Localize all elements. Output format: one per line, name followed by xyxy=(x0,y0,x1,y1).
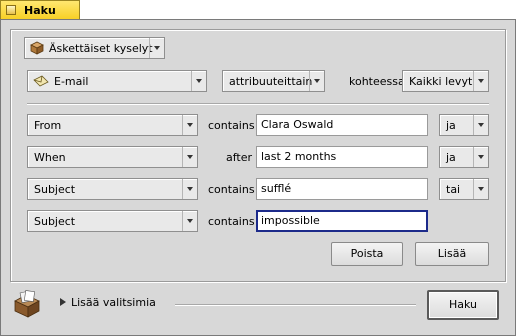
operator-label: contains xyxy=(208,183,255,196)
chevron-down-icon xyxy=(182,147,197,167)
chevron-down-icon xyxy=(149,38,164,58)
type-value: E-mail xyxy=(54,75,89,88)
search-button[interactable]: Haku xyxy=(427,290,499,320)
recent-queries-label: Äskettäiset kyselyt xyxy=(49,42,153,55)
attribute-menu[interactable]: When xyxy=(27,146,198,168)
mode-menu[interactable]: attribuuteittain xyxy=(222,70,325,92)
more-options-label[interactable]: Lisää valitsimia xyxy=(71,296,156,309)
conjunction-menu[interactable]: ja xyxy=(439,146,489,168)
email-envelope-icon xyxy=(33,75,49,87)
attribute-value: When xyxy=(34,151,66,164)
conjunction-value: ja xyxy=(446,151,456,164)
operator-label: contains xyxy=(208,119,255,132)
conjunction-menu[interactable]: tai xyxy=(439,178,489,200)
attribute-value: Subject xyxy=(34,183,76,196)
conjunction-value: tai xyxy=(446,183,461,196)
value-field[interactable]: last 2 months xyxy=(256,146,428,168)
value-field[interactable]: impossible xyxy=(256,210,428,232)
operator-label: contains xyxy=(208,215,255,228)
value-field[interactable]: sufflé xyxy=(256,178,428,200)
package-icon xyxy=(30,41,44,55)
chevron-down-icon xyxy=(309,71,324,91)
query-file-icon xyxy=(14,290,40,318)
conjunction-menu[interactable]: ja xyxy=(439,114,489,136)
chevron-down-icon xyxy=(473,115,488,135)
recent-queries-menu[interactable]: Äskettäiset kyselyt xyxy=(24,37,165,59)
value-field[interactable]: Clara Oswald xyxy=(256,114,428,136)
window-tab[interactable]: Haku xyxy=(0,0,80,20)
close-box-icon[interactable] xyxy=(6,5,16,15)
separator xyxy=(175,304,416,305)
add-button[interactable]: Lisää xyxy=(415,242,489,266)
operator-label: after xyxy=(226,151,253,164)
attribute-menu[interactable]: From xyxy=(27,114,198,136)
attribute-value: From xyxy=(34,119,62,132)
chevron-down-icon xyxy=(191,71,206,91)
attribute-menu[interactable]: Subject xyxy=(27,178,198,200)
chevron-down-icon xyxy=(182,179,197,199)
chevron-down-icon xyxy=(182,115,197,135)
attribute-menu[interactable]: Subject xyxy=(27,210,198,232)
target-menu[interactable]: Kaikki levyt xyxy=(402,70,489,92)
mode-value: attribuuteittain xyxy=(229,75,313,88)
chevron-down-icon xyxy=(473,71,488,91)
chevron-down-icon xyxy=(473,147,488,167)
conjunction-value: ja xyxy=(446,119,456,132)
chevron-down-icon xyxy=(182,211,197,231)
separator xyxy=(27,103,489,104)
attribute-value: Subject xyxy=(34,215,76,228)
target-value: Kaikki levyt xyxy=(409,75,473,88)
type-menu[interactable]: E-mail xyxy=(27,70,207,92)
disclosure-triangle-icon[interactable] xyxy=(60,298,66,306)
target-label: kohteessa xyxy=(349,75,405,88)
remove-button[interactable]: Poista xyxy=(331,242,403,266)
chevron-down-icon xyxy=(473,179,488,199)
window-title: Haku xyxy=(24,4,56,17)
